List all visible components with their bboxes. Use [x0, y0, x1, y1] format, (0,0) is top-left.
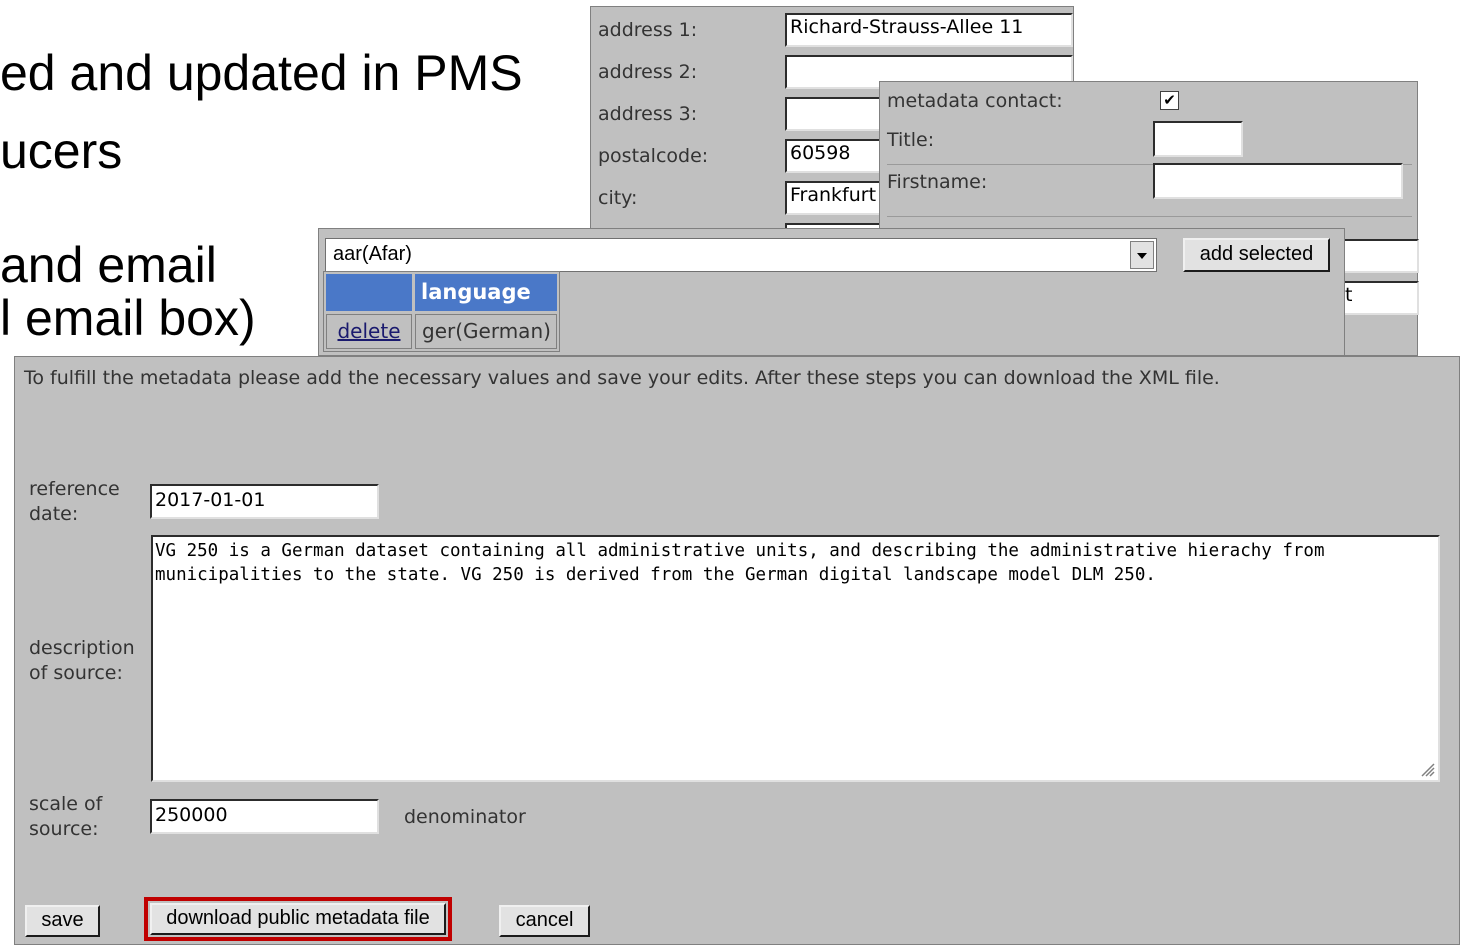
chevron-down-icon[interactable] — [1130, 241, 1154, 269]
save-button[interactable]: save — [25, 905, 100, 937]
title-field[interactable] — [1153, 121, 1243, 157]
contact-field-partial-1[interactable] — [1340, 239, 1419, 273]
reference-date-field[interactable]: 2017-01-01 — [150, 484, 379, 519]
contact-field-partial-2[interactable]: t — [1340, 281, 1419, 315]
language-table: language delete ger(German) — [323, 271, 560, 352]
address2-label: address 2: — [598, 61, 698, 83]
description-textarea[interactable]: VG 250 is a German dataset containing al… — [151, 535, 1440, 782]
postalcode-label: postalcode: — [598, 145, 709, 167]
cancel-button[interactable]: cancel — [499, 905, 590, 937]
language-select-value: aar(Afar) — [333, 243, 412, 265]
table-header-blank — [326, 274, 412, 311]
partial-text: t — [1345, 284, 1353, 306]
address1-label: address 1: — [598, 19, 698, 41]
metadata-form-panel: To fulfill the metadata please add the n… — [14, 356, 1460, 945]
table-header-language: language — [415, 274, 557, 311]
slide-text-line-3: and email — [0, 237, 217, 293]
slide-text-line-4: l email box) — [0, 290, 256, 346]
language-select[interactable]: aar(Afar) — [325, 238, 1157, 272]
metadata-contact-checkbox[interactable]: ✔ — [1160, 91, 1179, 110]
reference-date-label: reference date: — [29, 478, 120, 525]
download-public-metadata-button[interactable]: download public metadata file — [150, 903, 446, 935]
address1-field[interactable]: Richard-Strauss-Allee 11 — [785, 13, 1073, 47]
title-label: Title: — [887, 129, 935, 151]
firstname-label: Firstname: — [887, 171, 988, 193]
firstname-field[interactable] — [1153, 163, 1403, 199]
language-cell: ger(German) — [415, 314, 557, 349]
address3-label: address 3: — [598, 103, 698, 125]
instructions-text: To fulfill the metadata please add the n… — [24, 367, 1220, 389]
description-text: VG 250 is a German dataset containing al… — [155, 541, 1325, 585]
slide-text-line-1: ed and updated in PMS — [0, 45, 523, 101]
resize-grip-icon[interactable] — [1416, 758, 1436, 778]
delete-link[interactable]: delete — [326, 314, 412, 349]
scale-unit-label: denominator — [404, 806, 526, 828]
scale-field[interactable]: 250000 — [150, 799, 379, 834]
divider-2 — [887, 216, 1412, 217]
scale-label: scale of source: — [29, 793, 103, 840]
checkmark-icon: ✔ — [1163, 91, 1176, 109]
metadata-contact-label: metadata contact: — [887, 90, 1063, 112]
slide-text-line-2: ucers — [0, 123, 123, 179]
city-label: city: — [598, 187, 638, 209]
description-label: description of source: — [29, 637, 135, 684]
add-selected-button[interactable]: add selected — [1183, 238, 1330, 272]
language-panel: aar(Afar) add selected language delete g… — [318, 228, 1345, 356]
